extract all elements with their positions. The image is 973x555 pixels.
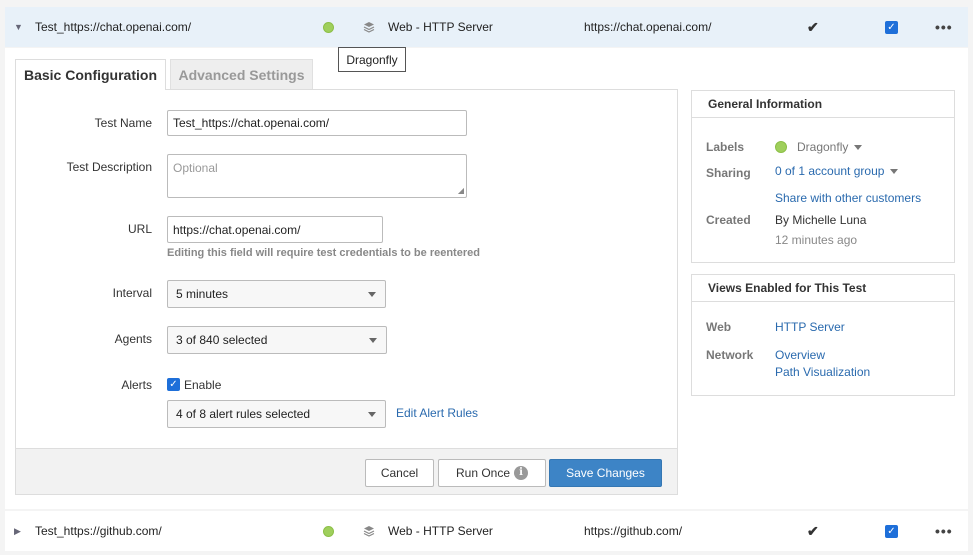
caret-right-icon[interactable]: ▶	[14, 526, 21, 537]
agents-label: Agents	[114, 332, 152, 346]
created-by: By Michelle Luna	[775, 213, 867, 227]
chevron-down-icon	[369, 338, 377, 343]
general-information-card: General Information Labels Dragonfly Sha…	[691, 90, 955, 263]
chevron-down-icon	[890, 169, 899, 174]
test-description-input[interactable]: Optional ◢	[167, 154, 467, 198]
chevron-down-icon	[368, 412, 376, 417]
run-once-label: Run Once	[455, 466, 511, 480]
check-icon: ✔	[807, 18, 819, 35]
label-tooltip: Dragonfly	[338, 47, 406, 72]
sharing-key: Sharing	[706, 166, 751, 180]
web-key: Web	[706, 320, 732, 334]
status-dot-icon	[323, 21, 334, 33]
sharing-dropdown[interactable]: 0 of 1 account group	[775, 164, 899, 178]
enabled-checkbox[interactable]: ✓	[885, 524, 898, 538]
created-key: Created	[706, 213, 751, 227]
chevron-down-icon	[368, 292, 376, 297]
path-visualization-link[interactable]: Path Visualization	[775, 365, 870, 379]
general-information-title: General Information	[692, 91, 954, 118]
share-with-customers-link[interactable]: Share with other customers	[775, 191, 921, 205]
label-color-dot-icon	[775, 141, 787, 153]
chevron-down-icon	[854, 145, 863, 150]
cancel-button[interactable]: Cancel	[365, 459, 434, 487]
layers-icon	[363, 21, 375, 36]
test-row-expanded[interactable]: ▼ Test_https://chat.openai.com/ Web - HT…	[5, 7, 968, 47]
alerts-enable-checkbox[interactable]: ✓	[167, 378, 180, 391]
test-type: Web - HTTP Server	[388, 524, 493, 538]
tab-advanced-settings[interactable]: Advanced Settings	[170, 59, 313, 90]
caret-down-icon[interactable]: ▼	[14, 22, 23, 32]
created-ago: 12 minutes ago	[775, 233, 858, 247]
test-url: https://github.com/	[584, 524, 683, 538]
test-type: Web - HTTP Server	[388, 20, 493, 34]
views-enabled-card: Views Enabled for This Test Web HTTP Ser…	[691, 274, 955, 396]
alert-rules-select[interactable]: 4 of 8 alert rules selected	[167, 400, 386, 428]
http-server-link[interactable]: HTTP Server	[775, 320, 845, 334]
interval-label: Interval	[112, 286, 152, 300]
labels-dropdown[interactable]: Dragonfly	[775, 140, 863, 154]
interval-value: 5 minutes	[176, 287, 229, 301]
test-name: Test_https://github.com/	[35, 524, 162, 538]
alert-rules-value: 4 of 8 alert rules selected	[176, 407, 311, 421]
info-icon: i	[514, 466, 529, 480]
labels-key: Labels	[706, 140, 745, 154]
alerts-label: Alerts	[121, 378, 152, 392]
test-name: Test_https://chat.openai.com/	[35, 20, 192, 34]
run-once-button[interactable]: Run Once i	[438, 459, 546, 487]
check-icon: ✔	[807, 522, 819, 539]
description-placeholder: Optional	[173, 161, 218, 175]
resize-handle-icon[interactable]: ◢	[458, 187, 464, 195]
url-label: URL	[127, 222, 152, 236]
alerts-enable-label[interactable]: Enable	[184, 378, 221, 392]
agents-select[interactable]: 3 of 840 selected	[167, 326, 387, 354]
test-name-label: Test Name	[94, 116, 152, 130]
test-url: https://chat.openai.com/	[584, 20, 712, 34]
save-changes-button[interactable]: Save Changes	[549, 459, 662, 487]
sharing-value: 0 of 1 account group	[775, 164, 885, 178]
more-options-icon[interactable]: •••	[935, 523, 953, 539]
labels-value: Dragonfly	[797, 140, 849, 154]
url-helper-text: Editing this field will require test cre…	[167, 247, 480, 259]
status-dot-icon	[323, 525, 334, 537]
overview-link[interactable]: Overview	[775, 348, 825, 362]
tab-basic-configuration[interactable]: Basic Configuration	[15, 59, 166, 90]
enabled-checkbox[interactable]: ✓	[885, 20, 898, 34]
agents-value: 3 of 840 selected	[176, 333, 268, 347]
views-enabled-title: Views Enabled for This Test	[692, 275, 954, 302]
interval-select[interactable]: 5 minutes	[167, 280, 386, 308]
url-input[interactable]: https://chat.openai.com/	[167, 216, 383, 243]
network-key: Network	[706, 348, 754, 362]
more-options-icon[interactable]: •••	[935, 19, 953, 35]
layers-icon	[363, 525, 375, 540]
test-description-label: Test Description	[66, 160, 152, 174]
edit-alert-rules-link[interactable]: Edit Alert Rules	[396, 406, 478, 420]
form-container	[15, 89, 678, 449]
test-row-collapsed[interactable]: ▶ Test_https://github.com/ Web - HTTP Se…	[5, 511, 968, 551]
test-name-input[interactable]: Test_https://chat.openai.com/	[167, 110, 467, 136]
